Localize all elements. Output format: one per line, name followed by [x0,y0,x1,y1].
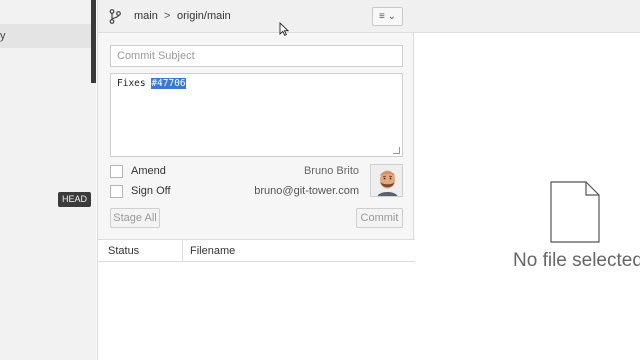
signoff-checkbox[interactable] [110,184,123,198]
signoff-label: Sign Off [131,185,171,197]
stage-all-button[interactable]: Stage All [110,208,160,228]
document-icon [550,181,600,243]
avatar-illustration [371,165,402,196]
branch-bar: main > origin/main ≡ ⌄ [98,0,415,33]
detail-pane: No file selected [415,0,640,360]
sidebar-item-label: y [0,30,6,42]
branch-icon [109,9,121,24]
options-menu-button[interactable]: ≡ ⌄ [372,7,403,26]
signoff-option[interactable]: Sign Off [110,184,171,198]
local-branch-name[interactable]: main [134,10,158,22]
column-divider[interactable] [182,240,183,262]
detail-toolbar [415,0,640,33]
empty-state-text: No file selected [513,250,640,271]
author-email: bruno@git-tower.com [254,185,359,197]
author-name: Bruno Brito [303,165,359,177]
sidebar-item-selected[interactable]: y [0,24,93,48]
commit-body-textarea[interactable]: Fixes #47706 [110,73,403,157]
amend-label: Amend [131,165,166,177]
file-table: Status Filename [98,239,415,360]
column-header-filename[interactable]: Filename [190,245,235,257]
file-table-header: Status Filename [98,240,415,262]
avatar [370,164,403,197]
commit-subject-input[interactable] [110,45,403,67]
mouse-cursor-icon [279,22,289,36]
column-header-status[interactable]: Status [108,245,139,257]
amend-checkbox[interactable] [110,164,123,178]
menu-icon: ≡ ⌄ [379,11,396,22]
commit-body-text: Fixes [117,78,152,89]
chevron-right-icon: > [164,10,171,22]
remote-branch-name[interactable]: origin/main [177,10,231,22]
commit-body-selection: #47706 [151,78,186,89]
resize-grip-icon[interactable] [393,147,400,154]
head-badge: HEAD [58,192,92,207]
commit-panel: main > origin/main ≡ ⌄ Fixes #47706 Amen… [97,0,415,360]
left-sidebar: y HEAD [0,0,96,360]
commit-button[interactable]: Commit [356,208,403,228]
amend-option[interactable]: Amend [110,164,166,178]
sidebar-scrollbar[interactable] [91,0,96,83]
